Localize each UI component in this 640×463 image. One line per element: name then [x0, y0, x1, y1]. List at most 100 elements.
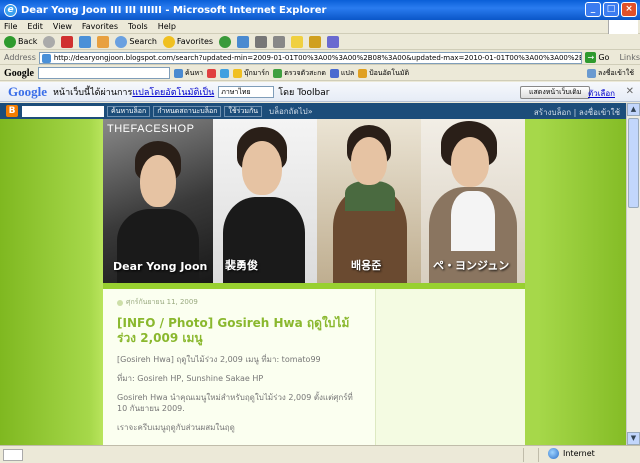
windows-logo — [608, 20, 638, 34]
menu-tools[interactable]: Tools — [128, 22, 148, 31]
standard-toolbar: Back Search Favorites — [0, 34, 640, 50]
post-date: ศุกร์กันยายน 11, 2009 — [117, 297, 361, 308]
post-paragraph: [Gosireh Hwa] ฤดูใบไม้ร่วง 2,009 เมนู ที… — [117, 355, 321, 364]
edit-icon[interactable] — [273, 35, 286, 48]
google-logo: Google — [4, 67, 34, 79]
menu-bar: File Edit View Favorites Tools Help — [0, 20, 640, 34]
header-photo-2: 裴勇俊 — [213, 119, 317, 283]
google-search-button[interactable]: ค้นหา — [174, 68, 203, 79]
google-signin-button[interactable]: ลงชื่อเข้าใช้ — [587, 68, 634, 79]
ie-icon: e — [4, 3, 17, 17]
g-block-icon[interactable] — [207, 68, 217, 78]
print-icon[interactable] — [255, 35, 268, 48]
vertical-scrollbar[interactable]: ▲ ▼ — [626, 103, 640, 445]
language-select[interactable]: ภาษาไทย — [218, 85, 275, 98]
main-column: ศุกร์กันยายน 11, 2009 [INFO / Photo] Gos… — [103, 289, 375, 445]
translate-bar: Google หน้าเว็บนี้ได้ผ่านการแปลโดยอัตโนม… — [0, 82, 640, 102]
window-title: Dear Yong Joon III III IIIIII - Microsof… — [21, 4, 327, 16]
menu-help[interactable]: Help — [158, 22, 176, 31]
address-label: Address — [4, 53, 36, 62]
blog-search-button[interactable]: ค้นหาบล็อก — [107, 105, 151, 117]
translate-suffix: โดย Toolbar — [278, 87, 330, 98]
post-body: [Gosireh Hwa] ฤดูใบไม้ร่วง 2,009 เมนู ที… — [117, 354, 361, 433]
maximize-button[interactable]: □ — [603, 2, 619, 17]
g-plus-icon[interactable] — [220, 68, 230, 78]
refresh-icon[interactable] — [79, 35, 92, 48]
blog-search-input[interactable] — [22, 105, 104, 117]
menu-favorites[interactable]: Favorites — [82, 22, 118, 31]
translate-button[interactable]: แปล — [329, 68, 354, 79]
folder-icon[interactable] — [291, 35, 304, 48]
faceshop-logo: THEFACESHOP — [107, 123, 195, 135]
bookmark-star-icon — [233, 68, 243, 78]
address-bar: Address http://dearyongjoon.blogspot.com… — [0, 51, 640, 65]
security-zone: Internet — [548, 448, 595, 459]
title-bar: e Dear Yong Joon III III IIIIII - Micros… — [0, 0, 640, 20]
go-button[interactable]: → Go — [585, 52, 609, 63]
back-button[interactable]: Back — [4, 35, 37, 48]
post-paragraph: เราจะครีบเมนูฤดูกับส่วนผสมในฤดู — [117, 423, 235, 432]
translate-google-logo: Google — [8, 83, 47, 99]
search-icon — [115, 35, 128, 48]
page-status-icon — [3, 448, 23, 461]
back-arrow-icon — [4, 35, 16, 48]
bookmarks-button[interactable]: บุ๊กมาร์ก — [233, 68, 269, 79]
menu-file[interactable]: File — [4, 22, 17, 31]
spellcheck-icon — [273, 68, 283, 78]
home-icon[interactable] — [97, 35, 110, 48]
search-button[interactable]: Search — [115, 35, 157, 48]
post-title[interactable]: [INFO / Photo] Gosireh Hwa ฤดูใบไม้ร่วง … — [117, 316, 361, 346]
translate-icon — [329, 68, 339, 78]
navbar-right: สร้างบล็อก | ลงชื่อเข้าใช้ — [533, 108, 620, 117]
minimize-button[interactable]: _ — [585, 2, 601, 17]
wrench-icon — [587, 68, 597, 78]
translate-link[interactable]: แปลโดยอัตโนมัติเป็น — [132, 88, 214, 98]
scroll-thumb[interactable] — [628, 118, 639, 208]
close-button[interactable]: × — [621, 2, 637, 17]
header-photo-1: THEFACESHOP Dear Yong Joon — [103, 119, 213, 283]
date-bullet-icon — [117, 299, 123, 306]
blog-content: ศุกร์กันยายน 11, 2009 [INFO / Photo] Gos… — [103, 283, 525, 445]
forward-button[interactable] — [43, 35, 56, 48]
globe-icon — [548, 448, 559, 459]
header-caption-2: 裴勇俊 — [225, 259, 258, 272]
blog-header[interactable]: THEFACESHOP Dear Yong Joon 裴勇俊 배용준 ペ・ヨンジ… — [103, 119, 525, 283]
menu-view[interactable]: View — [53, 22, 72, 31]
menu-edit[interactable]: Edit — [27, 22, 43, 31]
scroll-down-arrow-icon[interactable]: ▼ — [627, 432, 640, 445]
close-icon[interactable]: ✕ — [626, 86, 634, 97]
messenger-icon[interactable] — [327, 35, 340, 48]
blogger-navbar: B ค้นหาบล็อก กำหนดสถานะบล็อก ใช้ร่วมกัน … — [0, 103, 626, 119]
header-photo-3: 배용준 — [317, 119, 421, 283]
page-viewport: B ค้นหาบล็อก กำหนดสถานะบล็อก ใช้ร่วมกัน … — [0, 103, 640, 445]
create-blog-link[interactable]: สร้างบล็อก — [534, 108, 571, 117]
history-icon[interactable] — [219, 35, 232, 48]
google-search-input[interactable] — [38, 67, 170, 79]
signin-link[interactable]: ลงชื่อเข้าใช้ — [579, 108, 620, 117]
sidebar — [375, 289, 525, 445]
research-icon[interactable] — [309, 35, 322, 48]
autofill-button[interactable]: ป้อนอัตโนมัติ — [358, 68, 409, 79]
flag-blog-button[interactable]: กำหนดสถานะบล็อก — [153, 105, 222, 117]
stop-icon[interactable] — [61, 35, 74, 48]
next-blog-link[interactable]: บล็อกถัดไป» — [269, 105, 313, 118]
scroll-up-arrow-icon[interactable]: ▲ — [627, 103, 640, 116]
translate-options-link[interactable]: ตัวเลือก — [588, 87, 615, 100]
share-button[interactable]: ใช้ร่วมกัน — [224, 105, 262, 117]
status-bar: Internet — [0, 445, 640, 463]
links-button[interactable]: Links — [619, 53, 640, 62]
star-icon — [162, 35, 175, 48]
show-original-button[interactable]: แสดงหน้าเว็บเดิม — [520, 86, 591, 99]
address-input[interactable]: http://dearyongjoon.blogspot.com/search?… — [38, 51, 583, 64]
google-toolbar: Google ค้นหา บุ๊กมาร์ก ตรวจตัวสะกด แปล ป… — [0, 66, 640, 81]
post-paragraph: Gosireh Hwa นำคุณเมนูใหม่สำหรับฤดูใบไม้ร… — [117, 393, 353, 413]
g-search-icon — [174, 68, 183, 78]
mail-icon[interactable] — [237, 35, 250, 48]
autofill-icon — [358, 68, 368, 78]
favorites-button[interactable]: Favorites — [162, 35, 213, 48]
header-caption-3: 배용준 — [351, 259, 382, 272]
spellcheck-button[interactable]: ตรวจตัวสะกด — [273, 68, 326, 79]
header-photo-4: ペ・ヨンジュン — [421, 119, 525, 283]
post-paragraph: ที่มา: Gosireh HP, Sunshine Sakae HP — [117, 374, 264, 383]
blogger-icon[interactable]: B — [6, 105, 18, 117]
